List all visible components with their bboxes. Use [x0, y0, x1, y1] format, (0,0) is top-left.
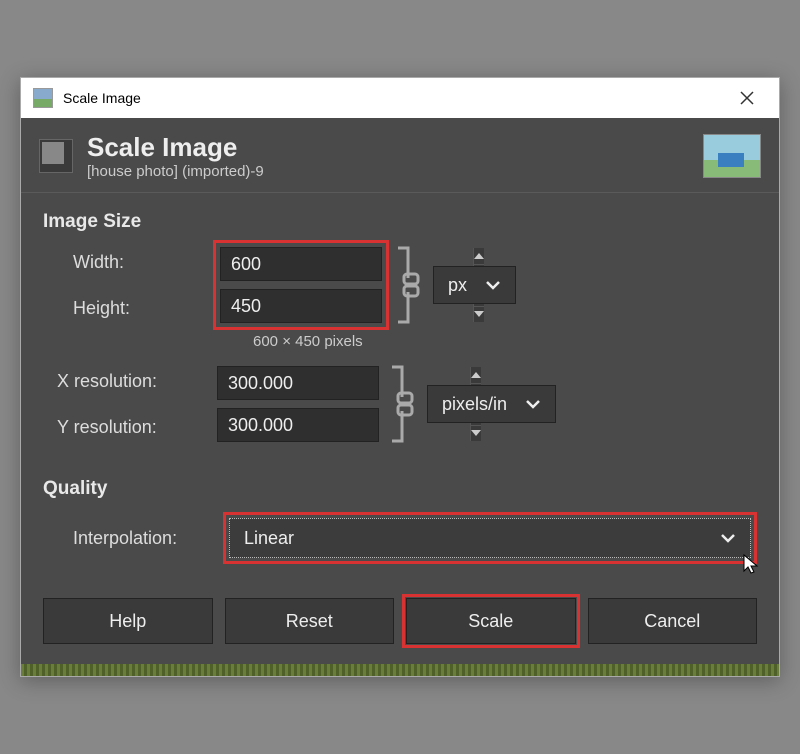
image-thumbnail	[703, 134, 761, 178]
scale-button[interactable]: Scale	[406, 598, 576, 644]
app-icon	[33, 88, 53, 108]
interpolation-highlight: Linear	[223, 512, 757, 564]
scale-image-dialog: Scale Image Scale Image [house photo] (i…	[20, 77, 780, 677]
width-label: Width:	[43, 252, 213, 273]
resolution-chain-icon[interactable]	[388, 361, 422, 447]
scale-icon	[39, 139, 73, 173]
xres-spinner[interactable]	[217, 366, 379, 400]
size-hint: 600 × 450 pixels	[43, 333, 757, 350]
window-title: Scale Image	[63, 90, 141, 106]
close-button[interactable]	[727, 83, 767, 113]
help-button[interactable]: Help	[43, 598, 213, 644]
yres-spinner[interactable]	[217, 408, 379, 442]
size-unit-select[interactable]: px	[433, 266, 516, 304]
quality-heading: Quality	[21, 460, 779, 506]
chevron-down-icon	[525, 399, 541, 409]
cursor-icon	[742, 553, 760, 575]
interpolation-select[interactable]: Linear	[229, 518, 751, 558]
titlebar: Scale Image	[21, 78, 779, 118]
height-spinner[interactable]	[220, 289, 382, 323]
xres-label: X resolution:	[43, 371, 213, 392]
yres-label: Y resolution:	[43, 417, 213, 438]
chevron-down-icon	[485, 280, 501, 290]
size-highlight	[213, 240, 389, 330]
reset-button[interactable]: Reset	[225, 598, 395, 644]
width-spinner[interactable]	[220, 247, 382, 281]
interpolation-label: Interpolation:	[43, 528, 223, 549]
interpolation-value: Linear	[244, 528, 294, 549]
height-label: Height:	[43, 298, 213, 319]
image-size-heading: Image Size	[21, 193, 779, 239]
dialog-header: Scale Image [house photo] (imported)-9	[21, 118, 779, 193]
cancel-button[interactable]: Cancel	[588, 598, 758, 644]
res-unit-value: pixels/in	[442, 394, 507, 415]
aspect-chain-icon[interactable]	[394, 242, 428, 328]
bottom-edge	[21, 664, 779, 676]
res-unit-select[interactable]: pixels/in	[427, 385, 556, 423]
dialog-subtitle: [house photo] (imported)-9	[87, 163, 264, 180]
size-unit-value: px	[448, 275, 467, 296]
dialog-title: Scale Image	[87, 132, 264, 163]
chevron-down-icon	[720, 533, 736, 543]
